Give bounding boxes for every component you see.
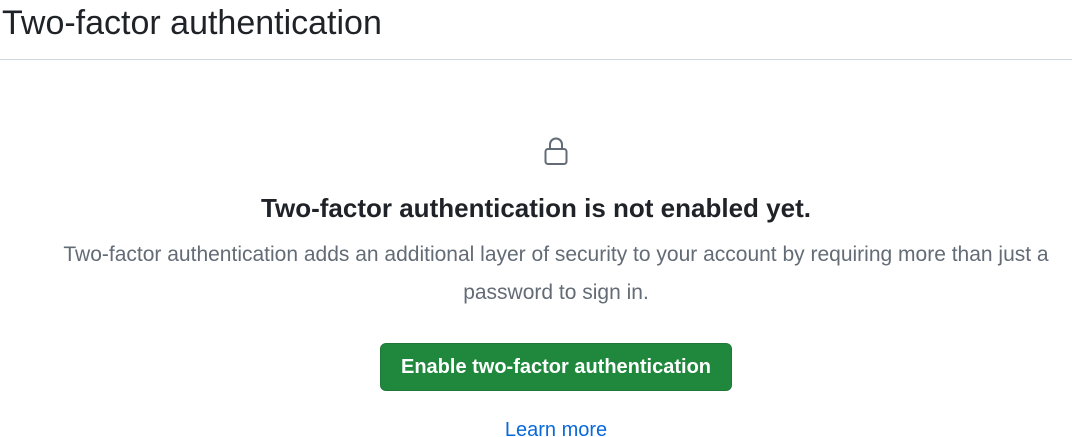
blankslate-description: Two-factor authentication adds an additi… (63, 243, 1049, 304)
two-factor-settings-page: Two-factor authentication Two-factor aut… (0, 0, 1072, 437)
two-factor-blankslate: Two-factor authentication is not enabled… (0, 60, 1072, 437)
enable-two-factor-button[interactable]: Enable two-factor authentication (380, 343, 732, 391)
blankslate-heading: Two-factor authentication is not enabled… (261, 193, 811, 223)
learn-more-link[interactable]: Learn more (0, 416, 1072, 437)
page-header: Two-factor authentication (0, 0, 1072, 60)
lock-icon (540, 135, 572, 167)
page-title: Two-factor authentication (2, 4, 382, 42)
